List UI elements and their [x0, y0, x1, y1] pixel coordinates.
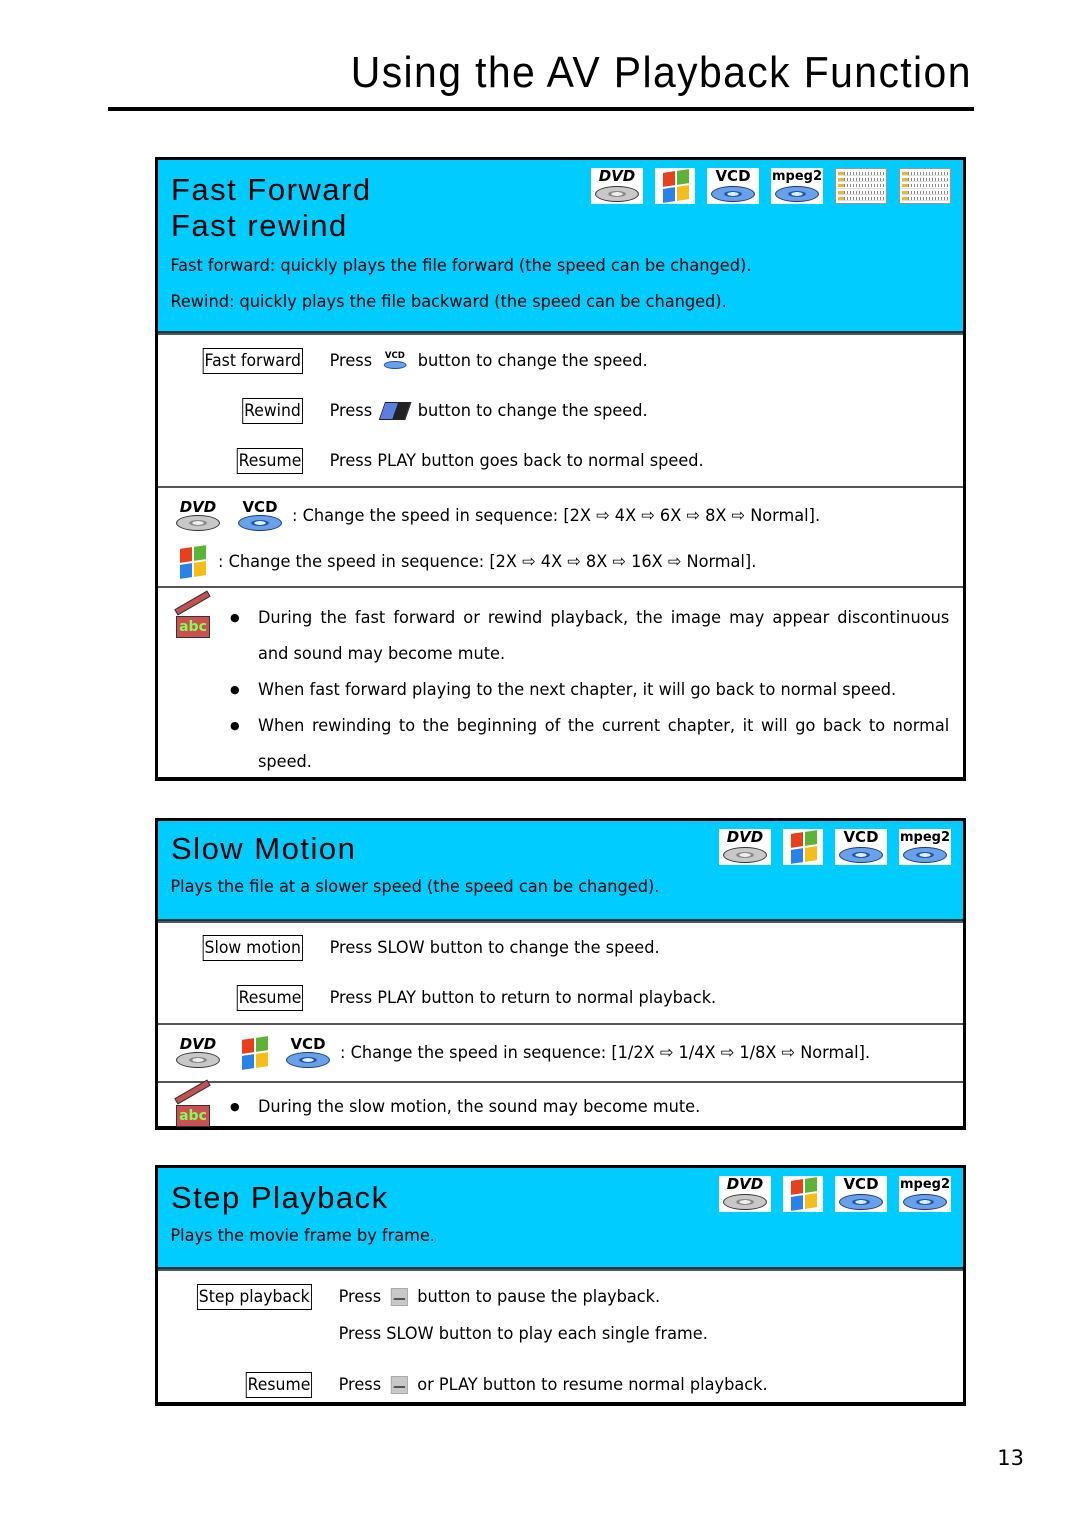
- windows-media-icon: [655, 168, 695, 204]
- notes-list: During the slow motion, the sound may be…: [210, 1089, 951, 1129]
- format-badges: DVD VCD mpeg2: [719, 1176, 951, 1212]
- notes-block: abc During the fast forward or rewind pl…: [158, 586, 963, 788]
- control-row-fast-forward: Fast forward Press VCD button to change th…: [158, 336, 963, 386]
- vcd-icon: VCD: [234, 499, 286, 533]
- windows-media-icon: [783, 829, 823, 865]
- section-description: Plays the file at a slower speed (the sp…: [170, 877, 660, 897]
- note-item: When fast forward playing to the next ch…: [230, 672, 951, 708]
- section-header: Slow Motion Plays the file at a slower s…: [158, 821, 963, 921]
- speed-sequence-windows: : Change the speed in sequence: [2X ⇨ 4X…: [158, 540, 963, 584]
- pause-button-icon: [390, 1288, 408, 1306]
- control-label: Rewind: [242, 398, 303, 424]
- dvd-icon: DVD: [172, 499, 224, 533]
- file-list-icon: [899, 168, 951, 204]
- windows-media-icon: [783, 1176, 823, 1212]
- control-row-rewind: Rewind Press button to change the speed.: [158, 386, 963, 436]
- page-number: 13: [997, 1446, 1024, 1470]
- speed-sequence-block: DVD VCD : Change the speed in sequence: …: [158, 486, 963, 586]
- fast-forward-section: Fast Forward Fast rewind Fast forward: q…: [155, 157, 966, 781]
- control-row-step-continued: Press SLOW button to play each single fr…: [338, 1324, 708, 1344]
- section-description: Plays the movie frame by frame.: [170, 1226, 435, 1246]
- control-row-resume: Resume Press or PLAY button to resume nor…: [158, 1347, 963, 1409]
- dvd-icon: DVD: [719, 829, 771, 865]
- step-playback-section: Step Playback Plays the movie frame by f…: [155, 1165, 966, 1406]
- slow-motion-section: Slow Motion Plays the file at a slower s…: [155, 818, 966, 1130]
- note-item: During the fast forward or rewind playba…: [230, 600, 951, 672]
- section-description: Fast forward: quickly plays the file for…: [170, 256, 752, 276]
- control-label: Fast forward: [202, 348, 303, 374]
- control-label: Resume: [236, 448, 303, 474]
- note-item: When rewinding to the beginning of the c…: [230, 708, 951, 780]
- speed-sequence-slow: DVD VCD : Change the speed in sequence: …: [158, 1025, 963, 1081]
- note-clapperboard-icon: abc: [172, 1079, 211, 1129]
- vcd-icon: VCD: [707, 168, 759, 204]
- notes-block: abc During the slow motion, the sound ma…: [158, 1079, 963, 1133]
- section-description: Rewind: quickly plays the file backward …: [170, 292, 727, 312]
- note-clapperboard-icon: abc: [172, 590, 211, 640]
- dvd-icon: DVD: [591, 168, 643, 204]
- control-label: Slow motion: [202, 935, 303, 961]
- controls-block: Slow motion Press SLOW button to change …: [158, 921, 963, 1023]
- vcd-forward-button-icon: VCD: [382, 352, 409, 370]
- controls-block: Step playback Press button to pause the p…: [158, 1269, 963, 1409]
- vcd-icon: VCD: [282, 1036, 334, 1070]
- section-title: Fast rewind: [171, 208, 348, 243]
- mpeg2-icon: mpeg2: [899, 1176, 951, 1212]
- windows-media-icon: [172, 544, 212, 580]
- mpeg2-icon: mpeg2: [771, 168, 823, 204]
- controls-block: Fast forward Press VCD button to change th…: [158, 333, 963, 486]
- format-badges: DVD VCD mpeg2: [719, 829, 951, 865]
- control-row-step-playback: Step playback Press button to pause the p…: [158, 1273, 963, 1321]
- dvd-icon: DVD: [172, 1036, 224, 1070]
- dvd-icon: DVD: [719, 1176, 771, 1212]
- page-title: Using the AV Playback Function: [350, 48, 972, 97]
- title-rule: [108, 107, 974, 111]
- control-row-slow-motion: Slow motion Press SLOW button to change …: [158, 923, 963, 973]
- pause-button-icon: [390, 1376, 408, 1394]
- notes-list: During the fast forward or rewind playba…: [210, 600, 951, 780]
- control-label: Resume: [236, 985, 303, 1011]
- note-item: During the slow motion, the sound may be…: [230, 1089, 951, 1125]
- rewind-button-icon: [378, 402, 412, 420]
- vcd-icon: VCD: [835, 829, 887, 865]
- section-header: Fast Forward Fast rewind Fast forward: q…: [158, 160, 963, 333]
- speed-sequence-dvd-vcd: DVD VCD : Change the speed in sequence: …: [158, 492, 963, 540]
- control-label: Step playback: [197, 1284, 312, 1310]
- windows-media-icon: [234, 1035, 274, 1071]
- mpeg2-icon: mpeg2: [899, 829, 951, 865]
- section-header: Step Playback Plays the movie frame by f…: [158, 1168, 963, 1269]
- file-list-icon: [835, 168, 887, 204]
- format-badges: DVD VCD mpeg2: [591, 168, 951, 204]
- vcd-icon: VCD: [835, 1176, 887, 1212]
- speed-sequence-block: DVD VCD : Change the speed in sequence: …: [158, 1023, 963, 1081]
- control-row-resume: Resume Press PLAY button to return to no…: [158, 973, 963, 1023]
- control-row-resume: Resume Press PLAY button goes back to no…: [158, 436, 963, 486]
- control-label: Resume: [245, 1372, 312, 1398]
